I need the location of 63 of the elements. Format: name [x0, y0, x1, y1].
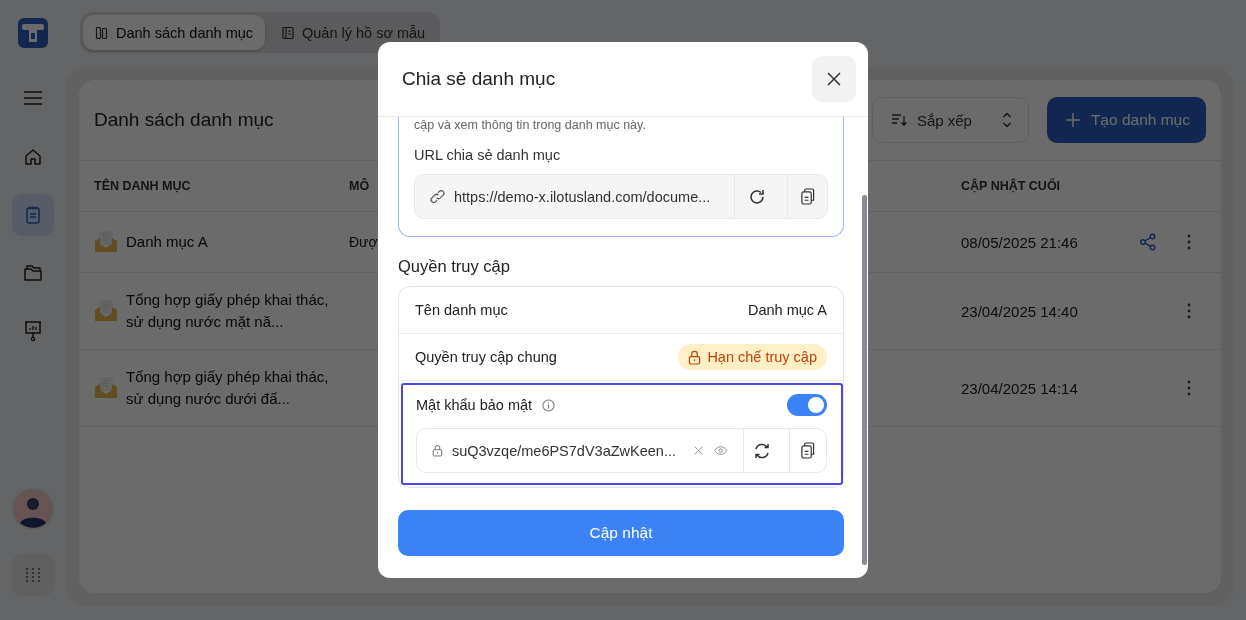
update-button[interactable]: Cập nhật [398, 510, 844, 556]
lock-icon [432, 443, 443, 458]
menu-icon[interactable] [23, 90, 43, 106]
close-icon [827, 72, 841, 86]
eye-icon[interactable] [714, 445, 728, 456]
notebook-icon [23, 205, 43, 225]
table-cell-text: 08/05/2025 21:46 [961, 233, 1079, 251]
catalog-name[interactable]: Tổng hợp giấy phép khai thác, sử dụng nước dưới đấ... [126, 366, 331, 410]
access-badge[interactable]: Hạn chế truy cập [678, 344, 827, 370]
envelope-icon [94, 231, 118, 253]
sort-icon [890, 113, 907, 127]
tab[interactable]: Quản lý hồ sơ mẫu [269, 15, 438, 50]
chevron-icon [1001, 111, 1012, 129]
document-icon [281, 25, 296, 40]
field-value: Danh mục A [748, 302, 827, 318]
column-header: MÔ [349, 179, 371, 193]
plus-icon [1064, 112, 1081, 128]
copy-icon [800, 442, 816, 459]
catalog-name[interactable]: Tổng hợp giấy phép khai thác, sử dụng nước mặt nă... [126, 289, 331, 333]
section-heading: Quyền truy cập [398, 257, 511, 276]
grid-icon [26, 568, 40, 582]
close-button[interactable] [812, 56, 856, 102]
share-icon[interactable] [1139, 233, 1157, 251]
lock-icon [688, 349, 702, 365]
catalog-name[interactable]: Danh mục A [126, 231, 331, 253]
url-label: URL chia sẻ danh mục [414, 147, 562, 163]
nav-button[interactable] [12, 194, 54, 236]
clear-icon[interactable] [694, 445, 704, 456]
table-cell-text: 23/04/2025 14:40 [961, 302, 1079, 320]
sort-dropdown[interactable]: Sắp xếp [871, 97, 1029, 143]
more-icon[interactable] [1187, 303, 1191, 319]
copy-icon [800, 188, 815, 205]
link-icon [430, 189, 445, 204]
presentation-icon [23, 320, 43, 342]
field-label: Mật khẩu bảo mật [416, 397, 533, 413]
column-header: CẬP NHẬT CUỐI [961, 179, 1062, 193]
field-label: Quyền truy cập chung [415, 349, 557, 365]
password-field[interactable]: suQ3vzqe/me6PS7dV3aZwKeen... [416, 428, 827, 473]
apps-button[interactable] [12, 554, 54, 596]
more-icon[interactable] [1187, 234, 1191, 250]
home-icon [23, 147, 43, 167]
page-title: Danh sách danh mục [94, 109, 274, 131]
password-toggle[interactable] [787, 394, 827, 416]
refresh-icon [747, 187, 766, 206]
avatar[interactable] [12, 488, 54, 530]
sync-icon [752, 441, 771, 460]
url-field[interactable]: https://demo-x.ilotusland.com/docume... [414, 174, 828, 219]
folder-icon [23, 263, 43, 283]
info-icon [542, 398, 556, 412]
table-cell: Đượ [349, 234, 378, 250]
field-label: Tên danh mục [415, 302, 508, 318]
envelope-icon [94, 377, 118, 399]
column-header: TÊN DANH MỤC [94, 179, 192, 193]
dialog-title: Chia sẻ danh mục [402, 68, 556, 90]
scrollbar[interactable] [862, 195, 867, 565]
tab[interactable]: Danh sách danh mục [83, 15, 266, 50]
table-cell-text: 23/04/2025 14:14 [961, 379, 1079, 397]
more-icon[interactable] [1187, 380, 1191, 396]
envelope-icon [94, 300, 118, 322]
books-icon [95, 25, 109, 40]
create-button[interactable]: Tạo danh mục [1046, 97, 1206, 143]
intro-text: cập và xem thông tin trong danh mục này. [414, 118, 647, 132]
logo-icon [18, 18, 48, 48]
